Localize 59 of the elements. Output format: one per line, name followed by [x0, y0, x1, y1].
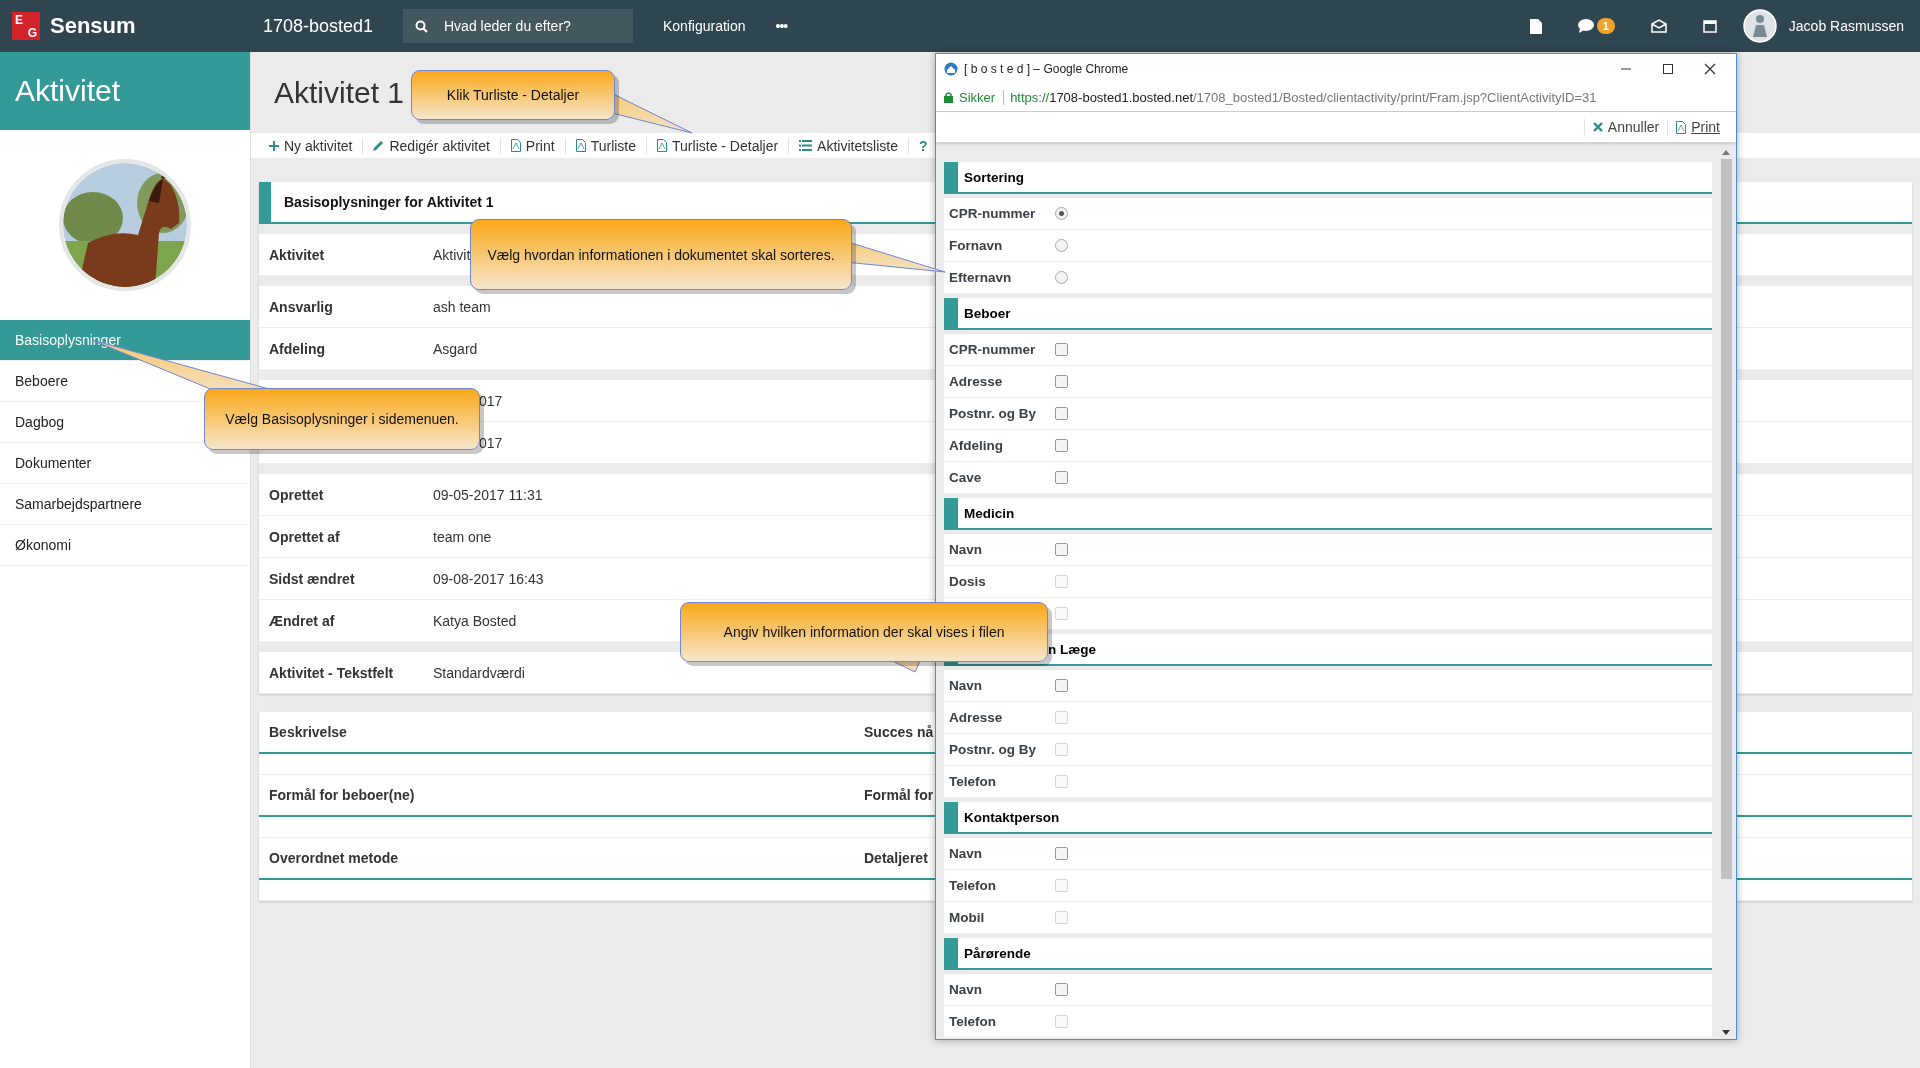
- field-value: 017: [478, 434, 503, 451]
- option-label: Postnr. og By: [949, 406, 1037, 421]
- section-header: Pårørende: [944, 938, 1712, 970]
- option-label: Telefon: [949, 1014, 997, 1029]
- option-label: Telefon: [949, 878, 997, 893]
- field-value: 017: [478, 392, 503, 409]
- option-label: Mobil: [949, 910, 986, 925]
- page-title: Aktivitet 1: [273, 74, 405, 111]
- field-label: Afdeling: [269, 340, 326, 357]
- field-label: Ansvarlig: [269, 298, 334, 315]
- option-label: CPR-nummer: [949, 342, 1037, 357]
- logo-mark: E G: [12, 12, 40, 40]
- section-header: Sortering: [944, 162, 1712, 194]
- app-name: Sensum: [50, 13, 137, 39]
- option-label: Dosis: [949, 574, 987, 589]
- field-value: Katya Bosted: [433, 612, 517, 629]
- field-label: Aktivitet: [269, 246, 326, 263]
- site-name: 1708-bosted1: [263, 15, 375, 37]
- option-label: Telefon: [949, 774, 997, 789]
- field-label: Oprettet af: [269, 528, 341, 545]
- field-label: Overordnet metode: [269, 850, 399, 866]
- field-value: team one: [433, 528, 492, 545]
- option-label: CPR-nummer: [949, 206, 1037, 221]
- option-label: Adresse: [949, 710, 1004, 725]
- field-label: Formål for beboer(ne): [269, 787, 415, 803]
- option-label: Fornavn: [949, 238, 1004, 253]
- field-value: Asgard: [433, 340, 478, 357]
- field-label: Aktivitet - Tekstfelt: [269, 664, 395, 681]
- option-label: Navn: [949, 982, 983, 997]
- field-label: Detaljeret: [864, 850, 928, 866]
- field-value: 09-05-2017 11:31: [433, 486, 543, 503]
- option-label: Adresse: [949, 374, 1004, 389]
- window-title: [ b o s t e d ] – Google Chrome: [964, 61, 1129, 76]
- option-label: Efternavn: [949, 270, 1013, 285]
- callout-tooltip: Klik Turliste - Detaljer: [411, 70, 615, 120]
- section-header: Beboer: [944, 298, 1712, 330]
- field-value: 09-08-2017 16:43: [433, 570, 544, 587]
- field-label: Ændret af: [269, 612, 336, 629]
- option-label: Navn: [949, 678, 983, 693]
- url-text: https://1708-bosted1.bosted.net/1708_bosted1/Bosted/clientactivity/print/Fram.jsp?ClientActivityID=31: [1010, 89, 1597, 105]
- callout-tooltip: Vælg Basisoplysninger i sidemenuen.: [204, 388, 480, 450]
- field-value: ash team: [433, 298, 491, 315]
- field-label: Succes nå: [864, 724, 934, 740]
- field-label: Beskrivelse: [269, 724, 347, 740]
- option-label: Navn: [949, 846, 983, 861]
- section-header: Medicin: [944, 498, 1712, 530]
- field-label: Oprettet: [269, 486, 325, 503]
- option-label: Postnr. og By: [949, 742, 1037, 757]
- option-label: Cave: [949, 470, 983, 485]
- option-label: Afdeling: [949, 438, 1004, 453]
- notification-badge: 1: [1596, 18, 1615, 34]
- field-value: Aktivit: [433, 246, 471, 263]
- field-label: Sidst ændret: [269, 570, 356, 587]
- section-header: Aktivitet: [0, 52, 250, 130]
- option-label: Navn: [949, 542, 983, 557]
- security-label: Sikker: [959, 89, 1005, 105]
- field-label: Formål for: [864, 787, 934, 803]
- section-header: Kontaktperson: [944, 802, 1712, 834]
- field-value: Standardværdi: [433, 664, 525, 681]
